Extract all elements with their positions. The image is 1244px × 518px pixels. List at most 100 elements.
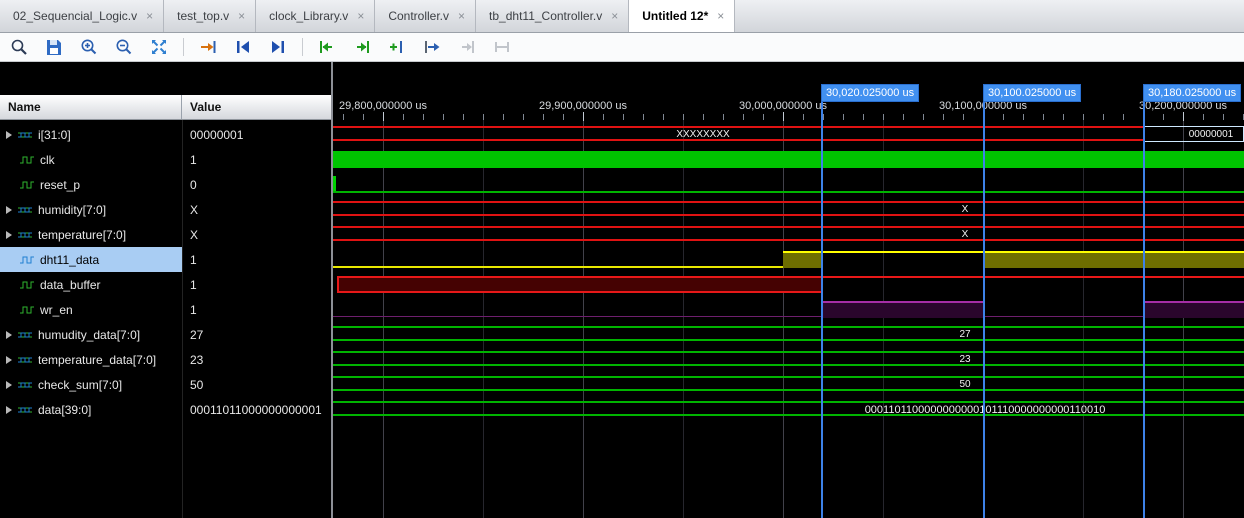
add-marker-button[interactable] — [386, 36, 408, 58]
signal-value: 50 — [190, 377, 204, 392]
signal-name: i[31:0] — [38, 127, 71, 142]
search-icon — [11, 39, 27, 55]
signal-value: 23 — [190, 352, 204, 367]
zoom-out-button[interactable] — [113, 36, 135, 58]
signal-name: clk — [40, 152, 55, 167]
add-marker-icon — [390, 41, 402, 53]
signal-row-humidity[interactable]: humidity[7:0] X — [0, 197, 331, 222]
scalar-signal-icon — [20, 156, 34, 163]
zoom-in-button[interactable] — [78, 36, 100, 58]
tab-close-icon[interactable] — [146, 9, 153, 23]
go-to-end-button[interactable] — [267, 36, 289, 58]
tab-close-icon[interactable] — [238, 9, 245, 23]
editor-tabbar: 02_Sequencial_Logic.v test_top.v clock_L… — [0, 0, 1244, 33]
signal-row-dht11-data[interactable]: dht11_data 1 — [0, 247, 331, 272]
time-cursor[interactable] — [1143, 84, 1145, 518]
signal-row-data[interactable]: data[39:0] 00011011000000000001 — [0, 397, 331, 422]
tab-controller[interactable]: Controller.v — [375, 0, 477, 32]
go-to-start-icon — [237, 41, 249, 53]
signal-name: temperature[7:0] — [38, 227, 127, 242]
signal-name: humudity_data[7:0] — [38, 327, 141, 342]
scalar-signal-icon — [20, 281, 34, 288]
tab-tb-dht11-controller[interactable]: tb_dht11_Controller.v — [476, 0, 630, 32]
signal-value: 27 — [190, 327, 204, 342]
tab-close-icon[interactable] — [611, 9, 618, 23]
zoom-to-cursor-button[interactable] — [197, 36, 219, 58]
previous-marker-icon — [462, 41, 474, 53]
next-marker-button[interactable] — [491, 36, 513, 58]
tab-02-sequencial-logic[interactable]: 02_Sequencial_Logic.v — [0, 0, 165, 32]
find-button[interactable] — [8, 36, 30, 58]
cursor-time-badge[interactable]: 30,100.025000 us — [983, 84, 1082, 102]
bus-value-label: X — [961, 229, 969, 240]
signal-row-wr-en[interactable]: wr_en 1 — [0, 297, 331, 322]
signal-value: 0 — [190, 177, 197, 192]
signal-row-temperature[interactable]: temperature[7:0] X — [0, 222, 331, 247]
tab-clock-library[interactable]: clock_Library.v — [256, 0, 376, 32]
tab-close-icon[interactable] — [717, 9, 724, 23]
bus-signal-icon — [18, 207, 32, 212]
cursor-time-badge[interactable]: 30,020.025000 us — [821, 84, 920, 102]
bus-value-label: XXXXXXXX — [676, 129, 730, 140]
expand-caret-icon[interactable] — [6, 205, 12, 214]
previous-marker-button[interactable] — [456, 36, 478, 58]
expand-caret-icon[interactable] — [6, 405, 12, 414]
signal-row-temperature-data[interactable]: temperature_data[7:0] 23 — [0, 347, 331, 372]
bus-value-label: 50 — [959, 379, 971, 390]
expand-caret-icon[interactable] — [6, 380, 12, 389]
wave-data-buffer — [333, 272, 1244, 297]
value-column-header: Value — [190, 100, 222, 114]
previous-transition-button[interactable] — [316, 36, 338, 58]
go-to-start-button[interactable] — [232, 36, 254, 58]
tab-label: Untitled 12* — [642, 9, 709, 23]
signal-panel-header: Name Value — [0, 95, 331, 120]
signal-row-reset-p[interactable]: reset_p 0 — [0, 172, 331, 197]
signal-value: 1 — [190, 252, 197, 267]
tab-label: 02_Sequencial_Logic.v — [13, 9, 138, 23]
bus-signal-icon — [18, 382, 32, 387]
bus-signal-icon — [18, 357, 32, 362]
time-cursor[interactable] — [983, 84, 985, 518]
time-cursor[interactable] — [821, 84, 823, 518]
bus-signal-icon — [18, 232, 32, 237]
signal-name: dht11_data — [40, 252, 100, 267]
panel-splitter[interactable] — [331, 62, 333, 518]
zoom-fit-icon — [152, 40, 166, 54]
signal-row-i[interactable]: i[31:0] 00000001 — [0, 122, 331, 147]
zoom-fit-button[interactable] — [148, 36, 170, 58]
bus-value-label: X — [961, 204, 969, 215]
signal-name: check_sum[7:0] — [38, 377, 123, 392]
signal-row-check-sum[interactable]: check_sum[7:0] 50 — [0, 372, 331, 397]
signal-row-clk[interactable]: clk 1 — [0, 147, 331, 172]
zoom-in-icon — [81, 39, 97, 55]
tab-test-top[interactable]: test_top.v — [164, 0, 257, 32]
time-label: 29,900,000000 us — [538, 100, 628, 112]
bus-value-label: 0001101100000000000101110000000000110010 — [864, 404, 1106, 416]
tab-close-icon[interactable] — [357, 9, 364, 23]
wave-temperature-data: 23 — [333, 347, 1244, 372]
wave-check-sum: 50 — [333, 372, 1244, 397]
go-to-cursor-button[interactable] — [421, 36, 443, 58]
save-waveform-button[interactable] — [43, 36, 65, 58]
signal-panel: Name Value i[31:0] 00000001 clk 1 reset_… — [0, 62, 331, 518]
signal-row-humudity-data[interactable]: humudity_data[7:0] 27 — [0, 322, 331, 347]
bus-signal-icon — [18, 132, 32, 137]
time-ruler-ticks — [333, 114, 1244, 120]
signal-name: data[39:0] — [38, 402, 92, 417]
signal-value: 00011011000000000001 — [190, 402, 322, 417]
expand-caret-icon[interactable] — [6, 330, 12, 339]
expand-caret-icon[interactable] — [6, 130, 12, 139]
toolbar-separator — [183, 38, 184, 56]
tab-untitled-12[interactable]: Untitled 12* — [629, 0, 736, 32]
cursor-time-badge[interactable]: 30,180.025000 us — [1143, 84, 1242, 102]
wave-data: 0001101100000000000101110000000000110010 — [333, 397, 1244, 422]
signal-name: wr_en — [40, 302, 73, 317]
signal-row-data-buffer[interactable]: data_buffer 1 — [0, 272, 331, 297]
expand-caret-icon[interactable] — [6, 355, 12, 364]
bus-value-label: 00000001 — [1188, 129, 1234, 140]
next-transition-button[interactable] — [351, 36, 373, 58]
expand-caret-icon[interactable] — [6, 230, 12, 239]
wave-dht11-data — [333, 247, 1244, 272]
tab-close-icon[interactable] — [458, 9, 465, 23]
wave-canvas[interactable]: 29,800,000000 us 29,900,000000 us 30,000… — [333, 62, 1244, 518]
